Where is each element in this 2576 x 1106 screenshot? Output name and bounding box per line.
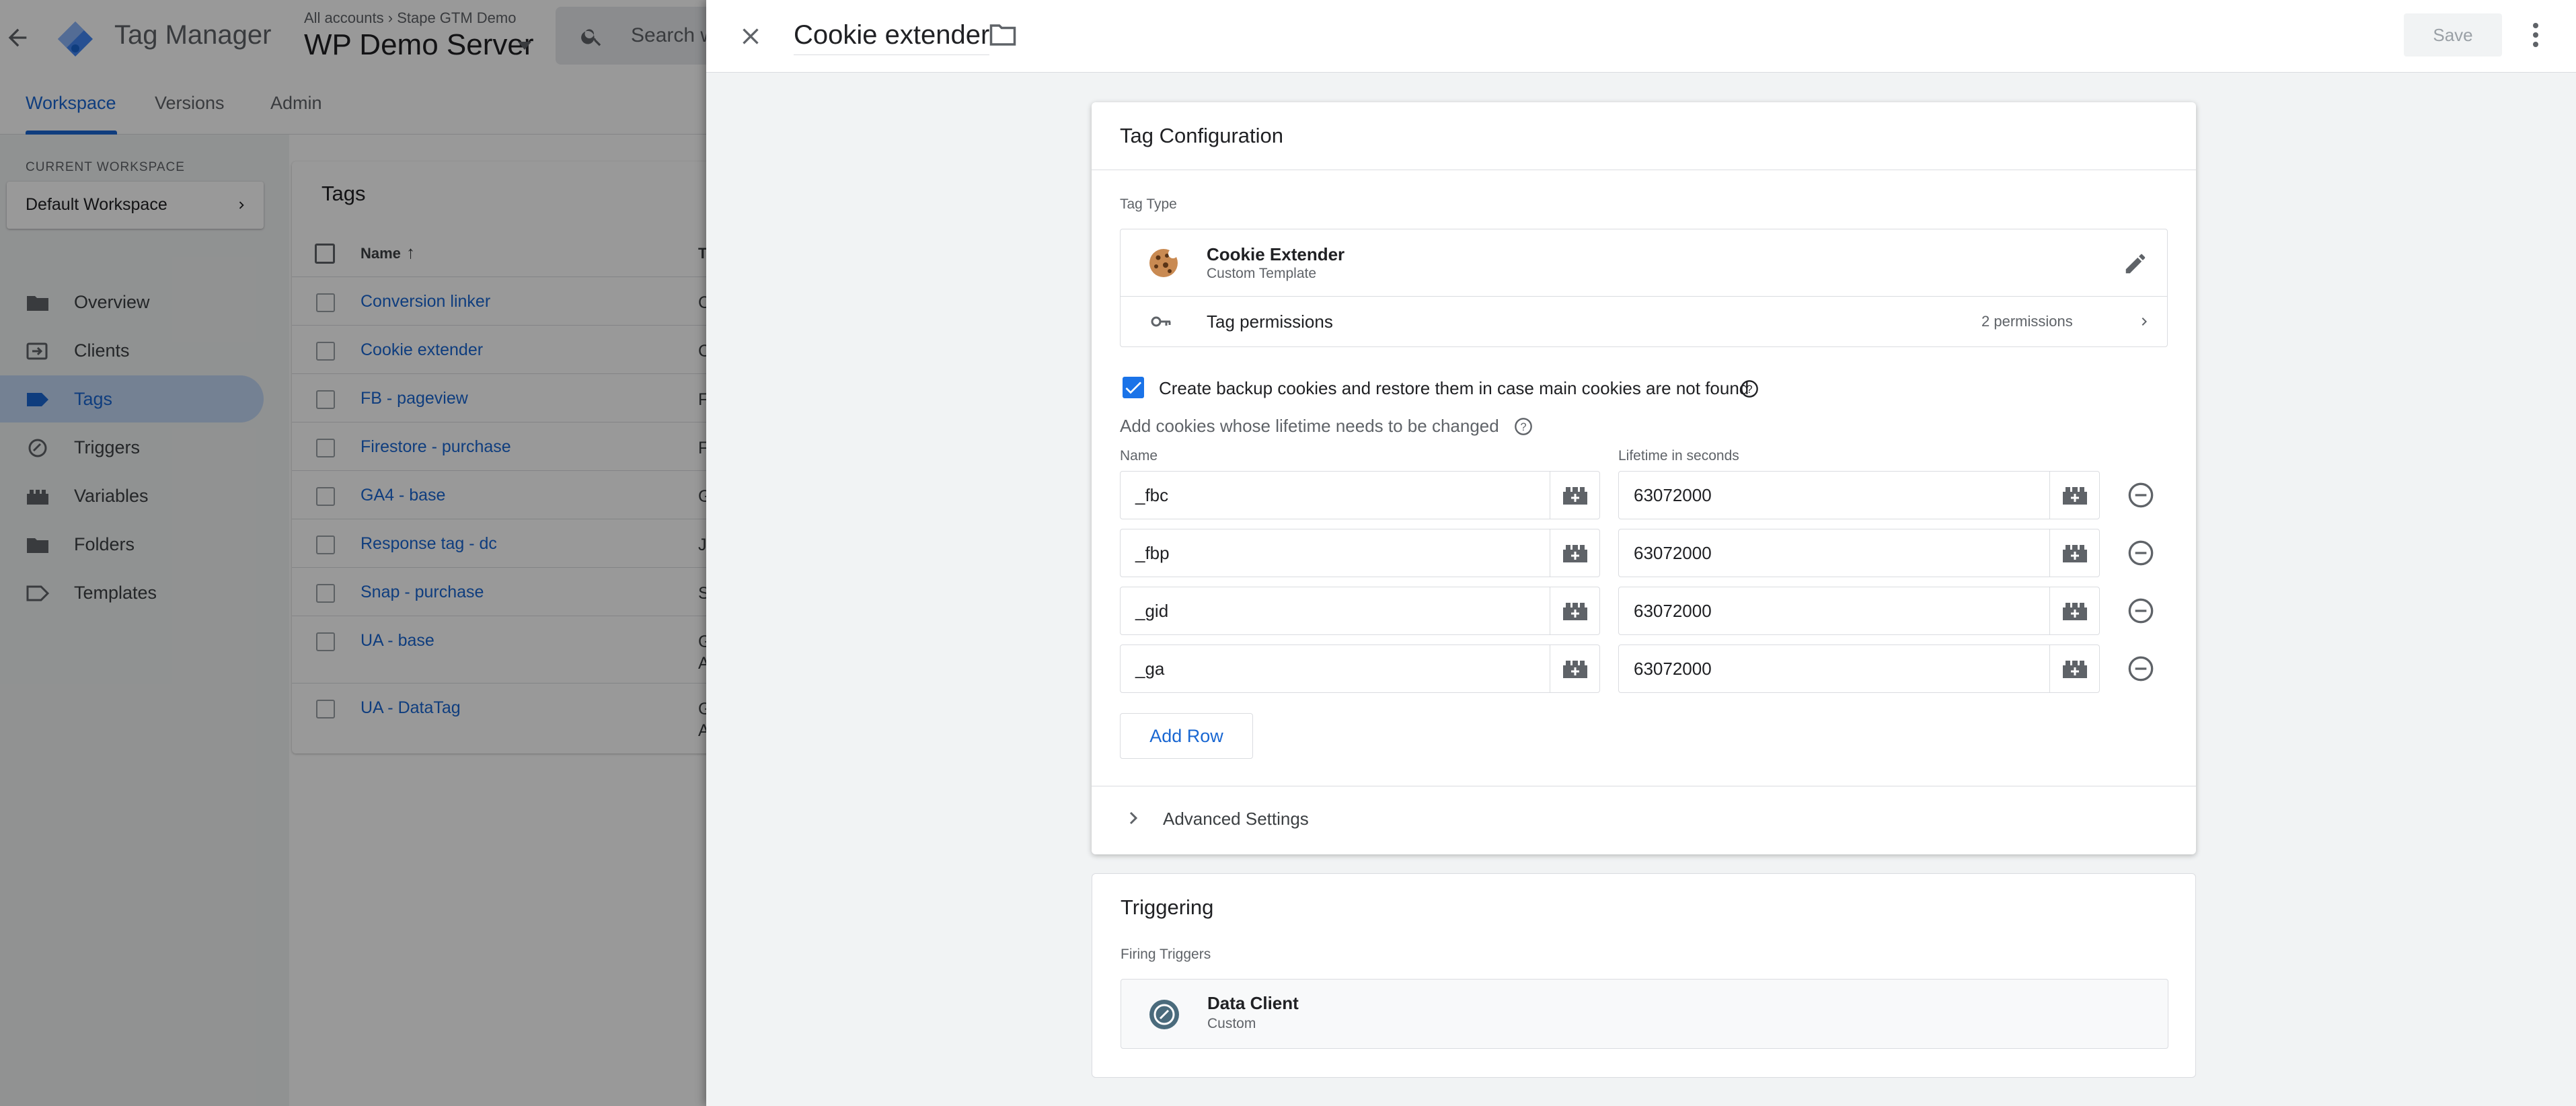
advanced-settings-toggle[interactable]: Advanced Settings bbox=[1163, 809, 1309, 830]
cookie-name-input[interactable]: _gid bbox=[1120, 587, 1600, 635]
remove-row-icon[interactable] bbox=[2127, 655, 2154, 682]
cookie-name-value: _fbp bbox=[1135, 543, 1170, 563]
tag-type-row[interactable]: Cookie Extender Custom Template bbox=[1121, 229, 2167, 297]
cookies-lifetime-label: Add cookies whose lifetime needs to be c… bbox=[1120, 416, 1499, 436]
tag-editor-sheet: Cookie extender Save Tag Configuration T… bbox=[706, 0, 2576, 1106]
variable-picker-button[interactable] bbox=[2049, 472, 2099, 519]
firing-triggers-label: Firing Triggers bbox=[1121, 947, 1211, 962]
trigger-type: Custom bbox=[1207, 1016, 1256, 1031]
tag-permissions-label: Tag permissions bbox=[1207, 311, 1333, 332]
svg-text:?: ? bbox=[1746, 383, 1752, 396]
editor-header: Cookie extender Save bbox=[706, 0, 2576, 73]
cookie-name-value: _fbc bbox=[1135, 485, 1169, 505]
backup-cookies-label: Create backup cookies and restore them i… bbox=[1159, 378, 1749, 398]
column-label-name: Name bbox=[1120, 448, 1158, 464]
add-variable-icon bbox=[1563, 545, 1587, 562]
add-variable-icon bbox=[2063, 603, 2087, 620]
svg-text:?: ? bbox=[1520, 421, 1526, 433]
firing-trigger-item[interactable]: Data Client Custom bbox=[1121, 979, 2168, 1049]
variable-picker-button[interactable] bbox=[2049, 529, 2099, 577]
backup-cookies-checkbox[interactable] bbox=[1123, 377, 1144, 398]
add-variable-icon bbox=[2063, 661, 2087, 678]
cookie-name-input[interactable]: _fbc bbox=[1120, 471, 1600, 519]
dot bbox=[2533, 32, 2538, 38]
variable-picker-button[interactable] bbox=[1550, 472, 1599, 519]
cookie-name-input[interactable]: _fbp bbox=[1120, 529, 1600, 577]
cookie-name-value: _gid bbox=[1135, 601, 1169, 621]
help-icon[interactable]: ? bbox=[1514, 417, 1533, 436]
tag-configuration-card: Tag Configuration Tag Type Cookie Extend… bbox=[1092, 102, 2196, 854]
pencil-icon[interactable] bbox=[2123, 251, 2148, 276]
triggering-card: Triggering Firing Triggers Data Client C… bbox=[1092, 873, 2196, 1078]
card-title: Triggering bbox=[1121, 895, 1214, 919]
cookie-lifetime-value: 63072000 bbox=[1634, 543, 1712, 563]
tag-type-subtitle: Custom Template bbox=[1207, 266, 1317, 281]
tag-type-label: Tag Type bbox=[1120, 196, 1177, 212]
check-icon bbox=[1125, 381, 1141, 394]
save-button[interactable]: Save bbox=[2404, 13, 2502, 57]
add-variable-icon bbox=[1563, 487, 1587, 505]
cookie-lifetime-value: 63072000 bbox=[1634, 659, 1712, 679]
variable-picker-button[interactable] bbox=[2049, 587, 2099, 634]
remove-row-icon[interactable] bbox=[2127, 540, 2154, 566]
custom-trigger-icon bbox=[1149, 1000, 1179, 1029]
remove-row-icon[interactable] bbox=[2127, 597, 2154, 624]
variable-picker-button[interactable] bbox=[1550, 529, 1599, 577]
permissions-count: 2 permissions bbox=[1981, 313, 2073, 330]
card-title: Tag Configuration bbox=[1120, 124, 1283, 147]
variable-picker-button[interactable] bbox=[1550, 587, 1599, 634]
tag-permissions-row[interactable]: Tag permissions 2 permissions bbox=[1121, 297, 2167, 346]
modal-scrim[interactable] bbox=[0, 0, 706, 1106]
add-row-button[interactable]: Add Row bbox=[1120, 713, 1253, 759]
tag-type-name: Cookie Extender bbox=[1207, 244, 1345, 264]
tag-name-input[interactable]: Cookie extender bbox=[794, 20, 990, 55]
trigger-name: Data Client bbox=[1207, 993, 1299, 1013]
dot bbox=[2533, 23, 2538, 28]
cookie-lifetime-input[interactable]: 63072000 bbox=[1618, 587, 2100, 635]
add-variable-icon bbox=[2063, 545, 2087, 562]
variable-picker-button[interactable] bbox=[1550, 645, 1599, 692]
add-variable-icon bbox=[2063, 487, 2087, 505]
close-icon[interactable] bbox=[737, 23, 764, 50]
cookie-icon bbox=[1149, 249, 1178, 277]
cookie-name-value: _ga bbox=[1135, 659, 1165, 679]
add-variable-icon bbox=[1563, 661, 1587, 678]
cookie-lifetime-input[interactable]: 63072000 bbox=[1618, 644, 2100, 693]
tag-type-box[interactable]: Cookie Extender Custom Template Tag perm… bbox=[1120, 229, 2168, 347]
folder-outline-icon[interactable] bbox=[989, 23, 1017, 47]
cookie-lifetime-value: 63072000 bbox=[1634, 485, 1712, 505]
cookie-lifetime-input[interactable]: 63072000 bbox=[1618, 471, 2100, 519]
remove-row-icon[interactable] bbox=[2127, 482, 2154, 509]
column-label-lifetime: Lifetime in seconds bbox=[1618, 448, 1739, 464]
cookie-lifetime-input[interactable]: 63072000 bbox=[1618, 529, 2100, 577]
more-vert-icon[interactable] bbox=[2529, 20, 2542, 50]
key-icon bbox=[1151, 316, 1171, 327]
cookie-lifetime-value: 63072000 bbox=[1634, 601, 1712, 621]
chevron-right-icon[interactable] bbox=[1128, 810, 1140, 826]
cookie-name-input[interactable]: _ga bbox=[1120, 644, 1600, 693]
add-variable-icon bbox=[1563, 603, 1587, 620]
chevron-right-icon bbox=[2142, 318, 2147, 326]
dot bbox=[2533, 42, 2538, 47]
help-icon[interactable]: ? bbox=[1740, 379, 1759, 398]
variable-picker-button[interactable] bbox=[2049, 645, 2099, 692]
